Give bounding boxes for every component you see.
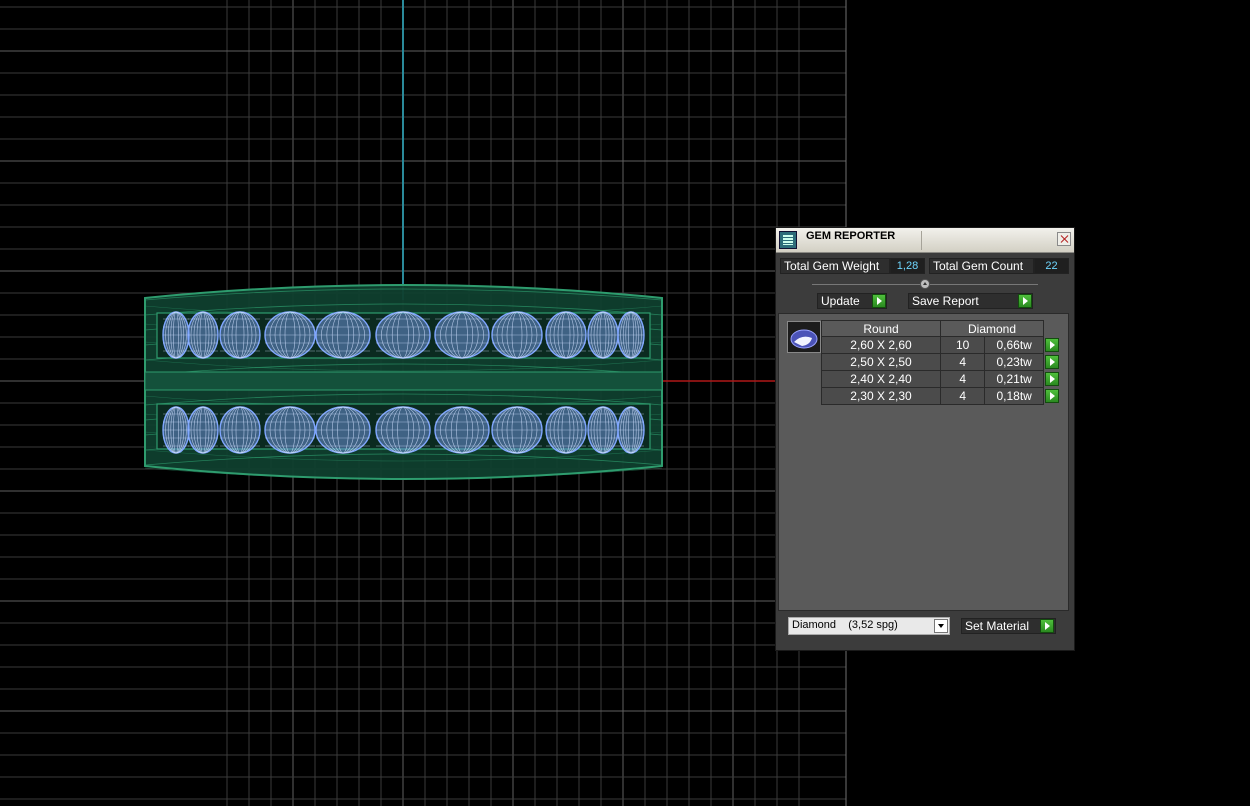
gem: [315, 406, 371, 454]
row-go-icon[interactable]: [1045, 388, 1060, 403]
gem: [434, 406, 490, 454]
gem: [587, 311, 619, 359]
material-select-value: Diamond (3,52 spg): [792, 619, 898, 631]
close-icon[interactable]: [1057, 232, 1071, 246]
gem: [375, 311, 431, 359]
material-select[interactable]: Diamond (3,52 spg): [788, 617, 950, 635]
row-go-icon[interactable]: [1045, 371, 1059, 386]
row-go-icon[interactable]: [1045, 337, 1059, 352]
gem: [587, 406, 619, 454]
gem: [264, 406, 316, 454]
panel-title: GEM REPORTER: [806, 230, 896, 242]
gem: [219, 406, 261, 454]
ring-model[interactable]: [144, 284, 663, 480]
gem-size-cell: 2,50 X 2,50: [821, 353, 941, 371]
gem-table-header-row: Round Diamond: [821, 320, 1061, 337]
gem: [219, 311, 261, 359]
gem-count-cell: 4: [939, 387, 986, 405]
total-gem-weight-label: Total Gem Weight: [780, 258, 890, 274]
gem: [375, 406, 431, 454]
update-button-label: Update: [821, 294, 860, 308]
gem-count-cell: 10: [939, 336, 986, 354]
total-gem-weight-value: 1,28: [890, 258, 925, 274]
gem: [434, 311, 490, 359]
gem: [315, 311, 371, 359]
gem: [617, 406, 645, 454]
gem-reporter-app-icon: [779, 231, 797, 249]
ring-center-groove: [144, 371, 663, 391]
table-row[interactable]: 2,30 X 2,30 4 0,18tw: [821, 387, 1061, 405]
update-button[interactable]: Update: [817, 293, 887, 309]
update-go-icon[interactable]: [872, 294, 886, 308]
table-row[interactable]: 2,40 X 2,40 4 0,21tw: [821, 370, 1061, 388]
gem-size-cell: 2,30 X 2,30: [821, 387, 941, 405]
gem: [162, 311, 190, 359]
column-header-material: Diamond: [940, 320, 1044, 337]
gem-size-cell: 2,60 X 2,60: [821, 336, 941, 354]
gem-count-cell: 4: [939, 370, 986, 388]
round-gem-icon[interactable]: [787, 321, 821, 353]
gem: [545, 406, 587, 454]
gem-weight-cell: 0,21tw: [984, 370, 1044, 388]
gem-weight-cell: 0,18tw: [984, 387, 1044, 405]
gem-weight-cell: 0,23tw: [984, 353, 1044, 371]
set-material-button[interactable]: Set Material: [961, 618, 1056, 634]
save-report-button-label: Save Report: [912, 294, 979, 308]
row-go-icon[interactable]: [1045, 354, 1059, 369]
column-header-shape: Round: [821, 320, 941, 337]
total-gem-count-label: Total Gem Count: [929, 258, 1034, 274]
table-row[interactable]: 2,60 X 2,60 10 0,66tw: [821, 336, 1061, 354]
gem-list-area: Round Diamond 2,60 X 2,60 10 0,66tw 2,50…: [778, 313, 1069, 611]
titlebar-separator: [921, 231, 922, 250]
gem: [162, 406, 190, 454]
collapse-handle-icon[interactable]: [920, 279, 930, 289]
gem: [491, 311, 543, 359]
gem-count-cell: 4: [939, 353, 986, 371]
panel-titlebar[interactable]: GEM REPORTER: [776, 228, 1074, 253]
save-report-button[interactable]: Save Report: [908, 293, 1033, 309]
gem: [545, 311, 587, 359]
set-material-go-icon[interactable]: [1040, 619, 1054, 633]
gem-weight-cell: 0,66tw: [984, 336, 1044, 354]
gem-thumbnail-graphic: [790, 329, 818, 349]
gem: [491, 406, 543, 454]
gem-reporter-panel: GEM REPORTER Total Gem Weight 1,28 Total…: [775, 227, 1075, 651]
gem: [617, 311, 645, 359]
gem-table: Round Diamond 2,60 X 2,60 10 0,66tw 2,50…: [821, 320, 1061, 405]
save-report-go-icon[interactable]: [1018, 294, 1032, 308]
set-material-button-label: Set Material: [965, 619, 1030, 633]
gem-size-cell: 2,40 X 2,40: [821, 370, 941, 388]
gem: [264, 311, 316, 359]
total-gem-count-value: 22: [1034, 258, 1069, 274]
chevron-down-icon[interactable]: [934, 619, 948, 633]
gem: [187, 311, 219, 359]
gem: [187, 406, 219, 454]
table-row[interactable]: 2,50 X 2,50 4 0,23tw: [821, 353, 1061, 371]
